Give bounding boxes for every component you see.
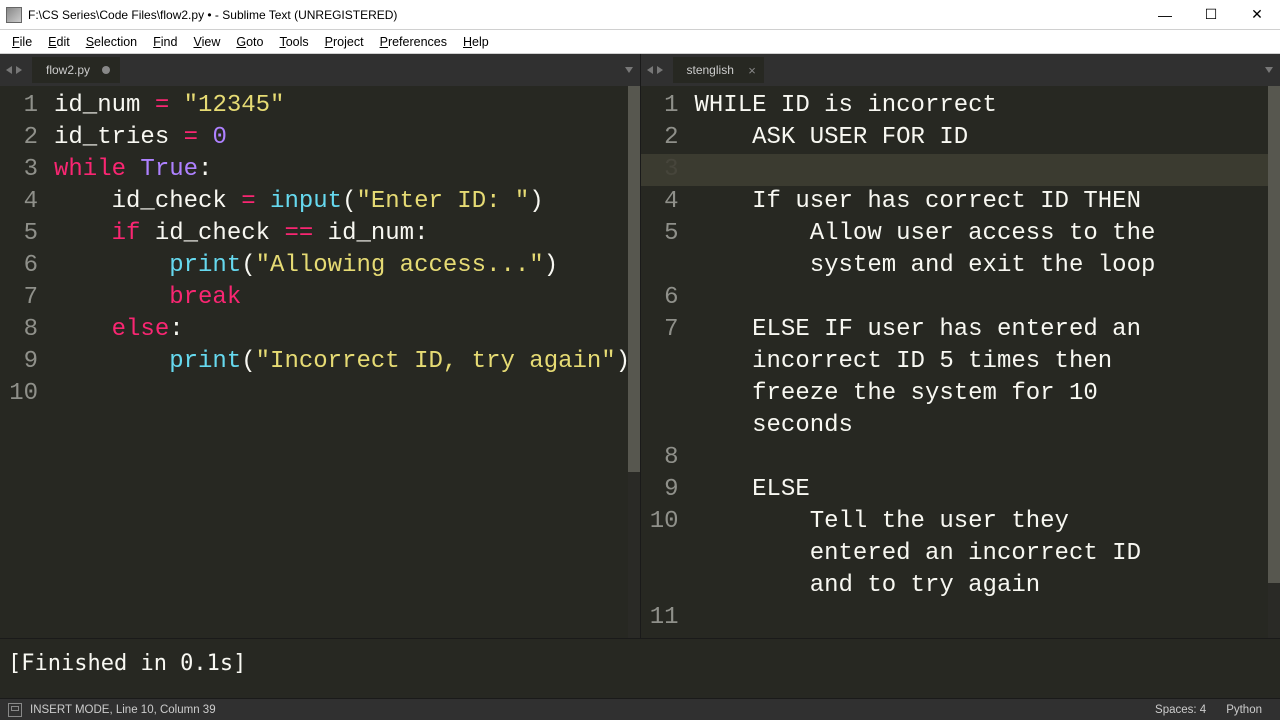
tab-row: flow2.py stenglish × bbox=[0, 54, 1280, 86]
menu-selection[interactable]: Selection bbox=[78, 33, 145, 51]
menu-tools[interactable]: Tools bbox=[271, 33, 316, 51]
tab-overflow-icon[interactable] bbox=[1264, 62, 1274, 80]
editor-right[interactable]: 1234567891011 WHILE ID is incorrect ASK … bbox=[641, 86, 1280, 638]
code-area[interactable]: WHILE ID is incorrect ASK USER FOR ID If… bbox=[691, 86, 1280, 638]
window-title: F:\CS Series\Code Files\flow2.py • - Sub… bbox=[28, 8, 1142, 22]
status-mode: INSERT MODE, bbox=[30, 704, 113, 716]
tab-label: flow2.py bbox=[46, 63, 90, 77]
tab-overflow-icon[interactable] bbox=[624, 62, 634, 80]
menu-bar: FileEditSelectionFindViewGotoToolsProjec… bbox=[0, 30, 1280, 54]
minimize-button[interactable]: — bbox=[1142, 0, 1188, 30]
nav-back-icon[interactable] bbox=[645, 65, 655, 75]
nav-back-icon[interactable] bbox=[4, 65, 14, 75]
menu-goto[interactable]: Goto bbox=[228, 33, 271, 51]
status-position: Line 10, Column 39 bbox=[116, 704, 216, 716]
tab-close-icon[interactable]: × bbox=[748, 63, 756, 78]
close-button[interactable]: ✕ bbox=[1234, 0, 1280, 30]
tab-stenglish[interactable]: stenglish × bbox=[673, 57, 764, 83]
tab-flow2[interactable]: flow2.py bbox=[32, 57, 120, 83]
menu-edit[interactable]: Edit bbox=[40, 33, 78, 51]
nav-forward-icon[interactable] bbox=[655, 65, 665, 75]
maximize-button[interactable]: ☐ bbox=[1188, 0, 1234, 30]
menu-help[interactable]: Help bbox=[455, 33, 497, 51]
panel-switch-icon[interactable] bbox=[8, 703, 22, 717]
dirty-dot-icon bbox=[102, 66, 110, 74]
editor-split: 12345678910 id_num = "12345"id_tries = 0… bbox=[0, 86, 1280, 638]
scrollbar-vertical[interactable] bbox=[1268, 86, 1280, 638]
app-icon bbox=[6, 7, 22, 23]
menu-preferences[interactable]: Preferences bbox=[372, 33, 455, 51]
scrollbar-vertical[interactable] bbox=[628, 86, 640, 638]
menu-find[interactable]: Find bbox=[145, 33, 185, 51]
gutter: 12345678910 bbox=[0, 86, 50, 638]
left-pane: 12345678910 id_num = "12345"id_tries = 0… bbox=[0, 86, 641, 638]
menu-file[interactable]: File bbox=[4, 33, 40, 51]
status-syntax[interactable]: Python bbox=[1216, 704, 1272, 716]
code-area[interactable]: id_num = "12345"id_tries = 0while True: … bbox=[50, 86, 640, 638]
nav-forward-icon[interactable] bbox=[14, 65, 24, 75]
status-bar: INSERT MODE, Line 10, Column 39 Spaces: … bbox=[0, 698, 1280, 720]
title-bar: F:\CS Series\Code Files\flow2.py • - Sub… bbox=[0, 0, 1280, 30]
tab-label: stenglish bbox=[687, 63, 734, 77]
menu-project[interactable]: Project bbox=[317, 33, 372, 51]
build-output[interactable]: [Finished in 0.1s] bbox=[0, 638, 1280, 698]
editor-left[interactable]: 12345678910 id_num = "12345"id_tries = 0… bbox=[0, 86, 640, 638]
status-indent[interactable]: Spaces: 4 bbox=[1145, 704, 1216, 716]
right-pane: 1234567891011 WHILE ID is incorrect ASK … bbox=[641, 86, 1280, 638]
menu-view[interactable]: View bbox=[185, 33, 228, 51]
